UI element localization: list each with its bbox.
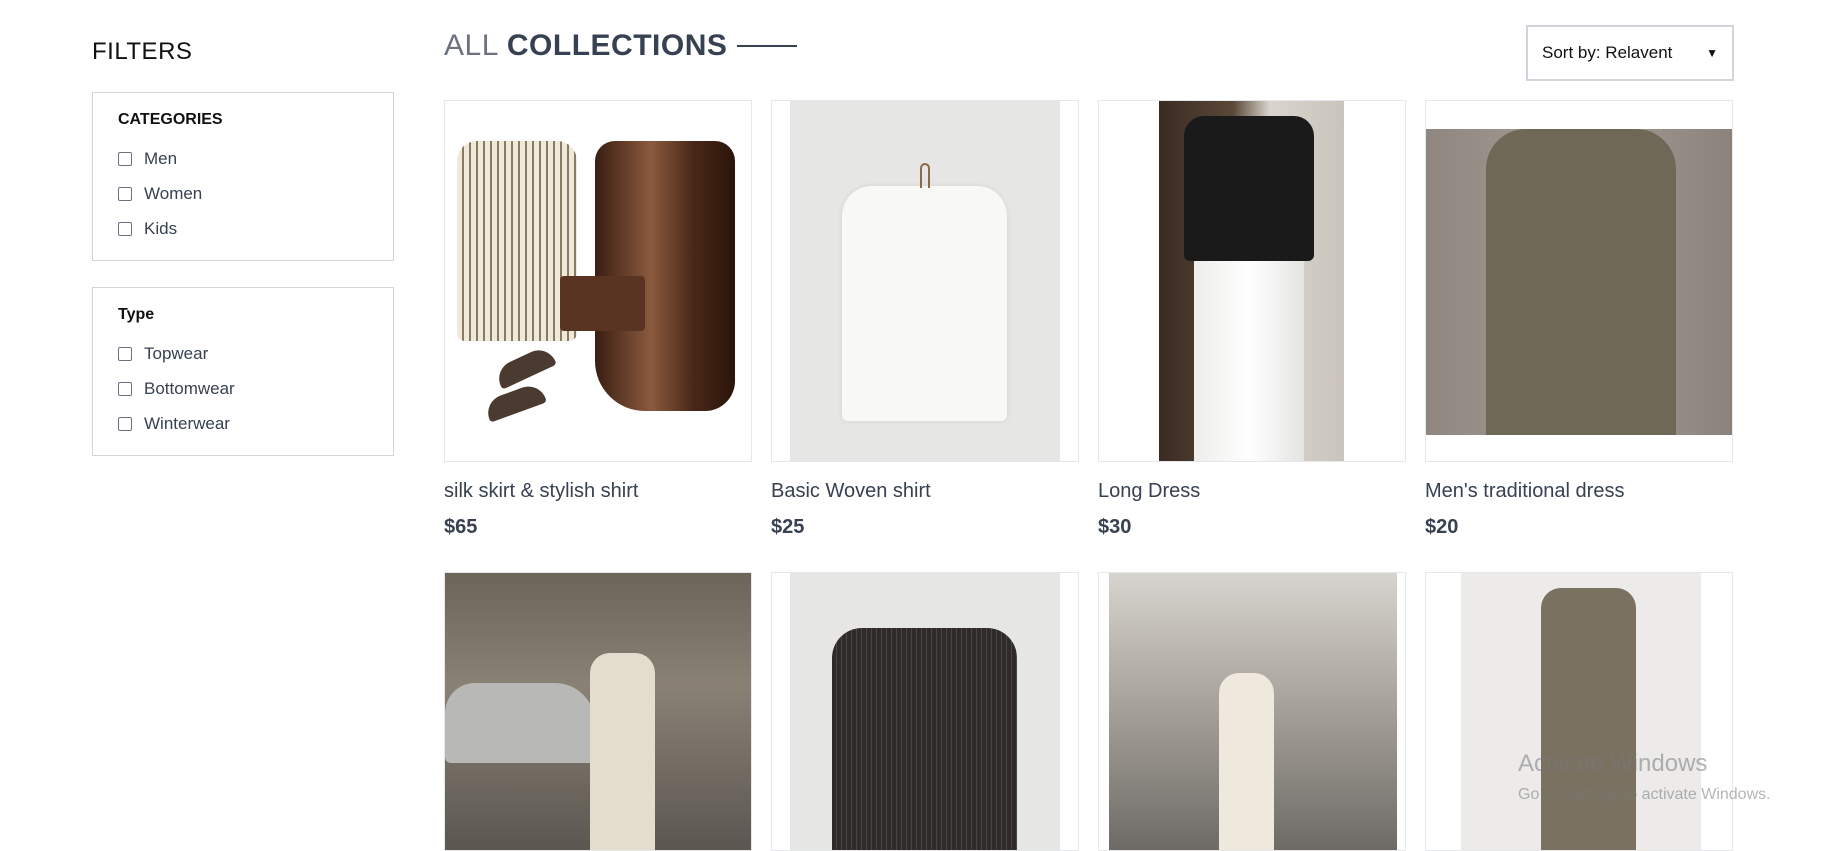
product-name[interactable]: Men's traditional dress — [1425, 480, 1733, 506]
product-card[interactable]: silk skirt & stylish shirt $65 — [444, 100, 752, 539]
filter-option-topwear[interactable]: Topwear — [118, 336, 368, 371]
product-image[interactable] — [1425, 100, 1733, 462]
filters-title[interactable]: FILTERS — [92, 30, 394, 74]
watermark-line-1: Activate Windows — [1518, 750, 1708, 777]
categories-filter: CATEGORIES Men Women Kids — [92, 92, 394, 261]
product-card[interactable]: Long Dress $30 — [1098, 100, 1406, 539]
product-price: $30 — [1098, 516, 1132, 538]
product-card[interactable] — [444, 572, 752, 851]
product-image[interactable] — [1098, 100, 1406, 462]
product-name[interactable]: Basic Woven shirt — [771, 480, 1079, 506]
filter-option-label: Winterwear — [144, 413, 230, 433]
watermark-line-2: Go to Settings to activate Windows. — [1518, 786, 1771, 803]
product-name[interactable]: Long Dress — [1098, 480, 1406, 506]
product-card[interactable]: Men's traditional dress $20 — [1425, 100, 1733, 539]
sort-select[interactable]: Sort by: Relavent ▼ — [1526, 25, 1734, 81]
women-checkbox[interactable] — [118, 186, 132, 201]
topwear-checkbox[interactable] — [118, 346, 132, 361]
filter-option-label: Topwear — [144, 343, 209, 363]
winterwear-checkbox[interactable] — [118, 416, 132, 431]
filter-option-bottomwear[interactable]: Bottomwear — [118, 371, 368, 406]
product-image[interactable] — [771, 100, 1079, 462]
title-divider — [737, 45, 798, 47]
men-checkbox[interactable] — [118, 151, 132, 166]
filter-option-kids[interactable]: Kids — [118, 211, 368, 246]
title-light: ALL — [444, 29, 499, 62]
categories-title: CATEGORIES — [118, 111, 223, 128]
chevron-down-icon: ▼ — [1706, 46, 1718, 60]
title-dark: COLLECTIONS — [506, 29, 728, 62]
product-price: $20 — [1425, 516, 1459, 538]
filter-option-label: Women — [144, 183, 203, 203]
page-title: ALL COLLECTIONS — [444, 24, 798, 68]
type-title: Type — [118, 306, 155, 323]
filter-option-women[interactable]: Women — [118, 176, 368, 211]
product-image[interactable] — [771, 572, 1079, 851]
windows-activation-watermark: Activate Windows Go to Settings to activ… — [1518, 750, 1771, 804]
product-image[interactable] — [1098, 572, 1406, 851]
kids-checkbox[interactable] — [118, 221, 132, 236]
filter-option-men[interactable]: Men — [118, 141, 368, 176]
type-filter: Type Topwear Bottomwear Winterwear — [92, 287, 394, 456]
product-price: $65 — [444, 516, 478, 538]
sort-select-value: Sort by: Relavent — [1542, 43, 1673, 62]
bottomwear-checkbox[interactable] — [118, 381, 132, 396]
product-card[interactable]: Basic Woven shirt $25 — [771, 100, 1079, 539]
product-image[interactable] — [1425, 572, 1733, 851]
filters-sidebar: FILTERS CATEGORIES Men Women Kids Type T… — [92, 30, 394, 482]
product-image[interactable] — [444, 100, 752, 462]
filter-option-winterwear[interactable]: Winterwear — [118, 406, 368, 441]
product-card[interactable] — [1425, 572, 1733, 851]
product-image[interactable] — [444, 572, 752, 851]
filter-option-label: Men — [144, 148, 178, 168]
filter-option-label: Kids — [144, 218, 178, 238]
product-card[interactable] — [1098, 572, 1406, 851]
product-name[interactable]: silk skirt & stylish shirt — [444, 480, 752, 506]
product-card[interactable] — [771, 572, 1079, 851]
filter-option-label: Bottomwear — [144, 378, 235, 398]
product-price: $25 — [771, 516, 805, 538]
